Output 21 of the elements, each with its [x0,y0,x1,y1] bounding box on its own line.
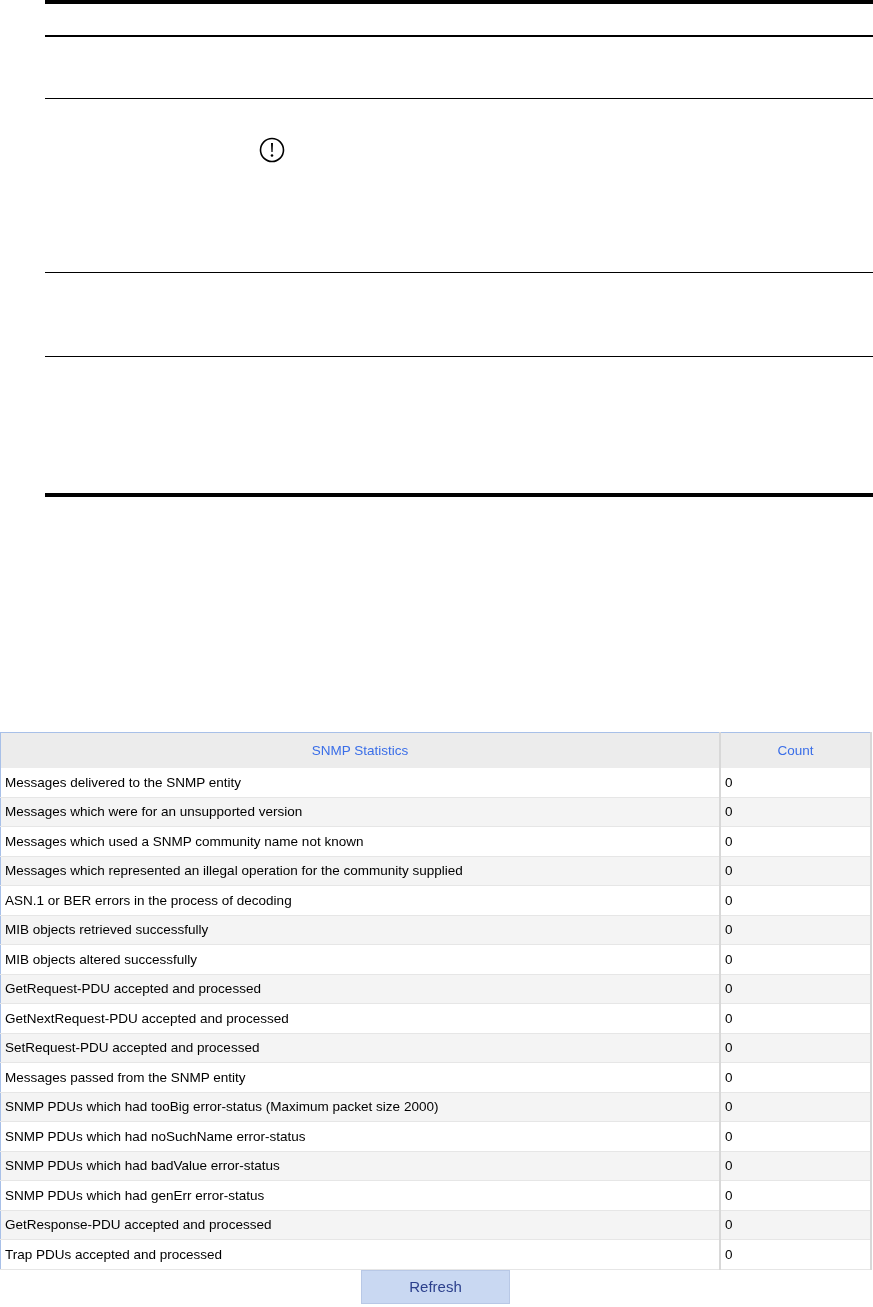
table-cell: 0 [720,974,871,1004]
table-cell: SNMP PDUs which had tooBig error-status (Maximum packet size 2000) [0,1092,720,1122]
table-cell: 0 [720,1033,871,1063]
table-cell: GetResponse-PDU accepted and processed [0,1210,720,1240]
table-cell: 0 [720,1092,871,1122]
table-cell: 0 [720,1239,871,1269]
table-cell: SNMP PDUs which had badValue error-status [0,1151,720,1181]
refresh-button[interactable]: Refresh [361,1269,510,1304]
table-cell: 0 [720,915,871,945]
warning-icon [259,137,285,163]
table-cell: 0 [720,1210,871,1240]
table-cell: 0 [720,856,871,886]
table-cell: 0 [720,1151,871,1181]
column-header: Count [720,732,871,768]
table-cell: MIB objects retrieved successfully [0,915,720,945]
column-header: SNMP Statistics [0,732,720,768]
table-cell: SetRequest-PDU accepted and processed [0,1033,720,1063]
table-cell: Messages which were for an unsupported version [0,797,720,827]
table-cell: 0 [720,797,871,827]
table-cell: Messages which represented an illegal operation for the community supplied [0,856,720,886]
table-cell: GetRequest-PDU accepted and processed [0,974,720,1004]
